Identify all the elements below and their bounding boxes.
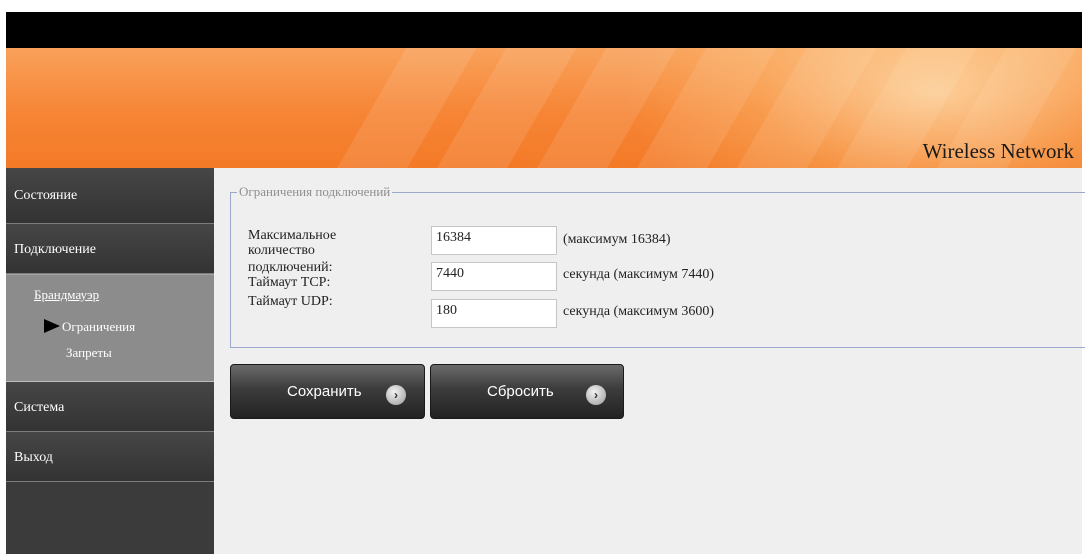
label-tcp-timeout: Таймаут TCP:	[248, 275, 331, 290]
sidebar-item-connection[interactable]: Подключение	[6, 224, 214, 274]
tcp-timeout-input[interactable]: 7440	[431, 262, 557, 291]
label-udp-timeout: Таймаут UDP:	[248, 294, 333, 309]
arrow-right-icon	[44, 319, 60, 333]
save-button[interactable]: Сохранить ›	[230, 364, 425, 419]
sidebar-item-system[interactable]: Система	[6, 382, 214, 432]
sidebar-filler	[6, 482, 214, 552]
sidebar-subitem-limits-label: Ограничения	[62, 319, 136, 334]
sidebar: Состояние Подключение Брандмауэр Огранич…	[6, 168, 214, 554]
save-button-label: Сохранить	[287, 383, 362, 400]
header-banner: Wireless Network	[6, 48, 1082, 168]
main-content: Ограничения подключений	[214, 168, 1085, 554]
reset-button-label: Сбросить	[487, 383, 554, 400]
tcp-timeout-hint: секунда (максимум 7440)	[563, 267, 715, 282]
chevron-right-icon: ›	[386, 385, 406, 405]
top-black-bar	[6, 12, 1082, 48]
max-connections-input[interactable]: 16384	[431, 226, 557, 255]
chevron-right-icon: ›	[586, 385, 606, 405]
max-connections-hint: (максимум 16384)	[563, 232, 671, 247]
udp-timeout-input[interactable]: 180	[431, 299, 557, 328]
brand-title: Wireless Network	[922, 139, 1074, 163]
label-max-connections-line3: подключений:	[248, 260, 333, 275]
sidebar-subitem-limits[interactable]: Ограничения	[44, 319, 135, 335]
form-labels: Максимальное количество подключений: Тай…	[248, 228, 418, 309]
udp-timeout-hint: секунда (максимум 3600)	[563, 304, 715, 319]
sidebar-item-status[interactable]: Состояние	[6, 168, 214, 224]
sidebar-subitem-blocks[interactable]: Запреты	[66, 345, 112, 361]
fieldset-legend: Ограничения подключений	[239, 184, 391, 199]
sidebar-group-firewall: Брандмауэр Ограничения Запреты	[6, 274, 214, 382]
sidebar-item-logout[interactable]: Выход	[6, 432, 214, 482]
sidebar-item-firewall[interactable]: Брандмауэр	[34, 287, 99, 303]
reset-button[interactable]: Сбросить ›	[430, 364, 624, 419]
label-max-connections-line2: количество	[248, 243, 315, 258]
label-max-connections-line1: Максимальное	[248, 228, 337, 243]
